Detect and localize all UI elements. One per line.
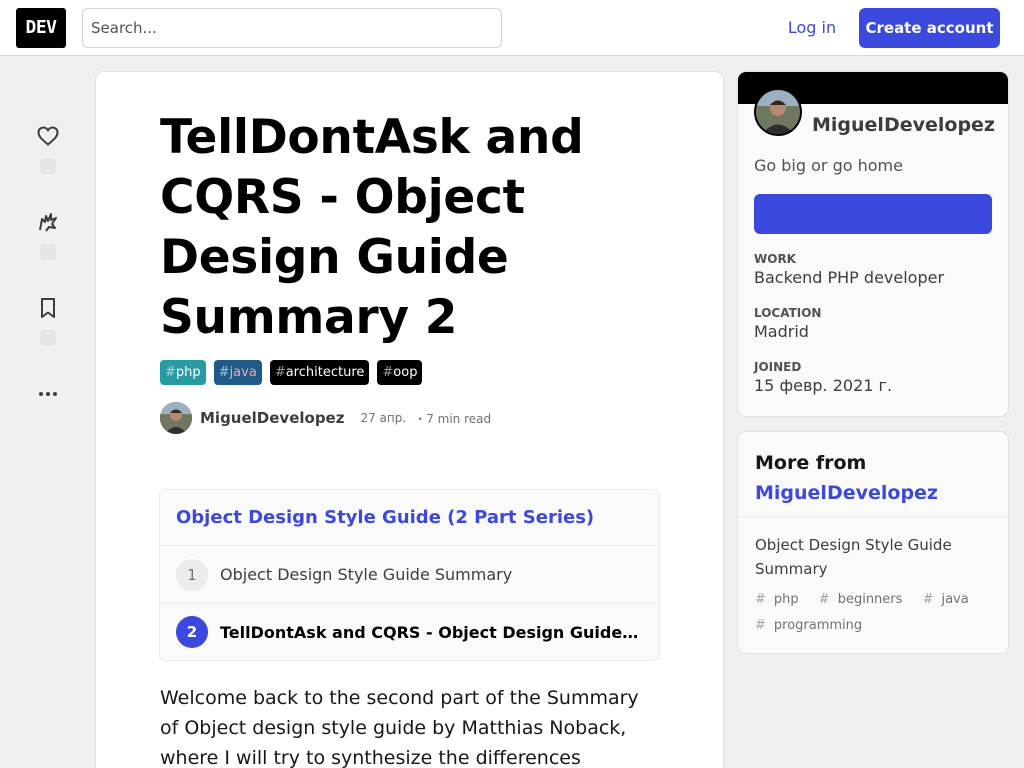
- more-from-author[interactable]: MiguelDevelopez: [755, 478, 991, 508]
- reaction-heart[interactable]: [32, 124, 64, 174]
- profile-tagline: Go big or go home: [754, 156, 903, 175]
- series-number: 2: [176, 616, 208, 648]
- tag-list: #php #java #architecture #oop: [160, 360, 423, 385]
- work-label: Work: [754, 252, 796, 266]
- series-number: 1: [176, 558, 208, 591]
- unicorn-count: [40, 244, 56, 260]
- tag-oop[interactable]: #oop: [377, 360, 423, 385]
- login-button[interactable]: Log in: [775, 8, 849, 48]
- tag-architecture[interactable]: #architecture: [269, 360, 370, 385]
- author-row: MiguelDevelopez 27 апр. ・7 min read: [160, 402, 491, 434]
- joined-label: Joined: [754, 360, 802, 374]
- author-profile-card: MiguelDevelopez Go big or go home Work B…: [738, 72, 1008, 416]
- publish-date: 27 апр.: [360, 411, 407, 425]
- create-account-button[interactable]: Create account: [859, 8, 1000, 48]
- series-box: Object Design Style Guide (2 Part Series…: [159, 489, 660, 661]
- profile-joined: Joined 15 февр. 2021 г.: [754, 360, 994, 395]
- article-card: TellDontAsk and CQRS - Object Design Gui…: [96, 72, 723, 768]
- reaction-unicorn[interactable]: [32, 210, 64, 260]
- series-title[interactable]: Object Design Style Guide (2 Part Series…: [160, 490, 659, 546]
- bookmark-count: [40, 330, 56, 346]
- bookmark-icon: [41, 298, 55, 318]
- more-from-prefix: More from: [755, 452, 867, 474]
- work-value: Backend PHP developer: [754, 268, 945, 287]
- series-item-label: TellDontAsk and CQRS - Object Design Gui…: [220, 622, 643, 642]
- avatar[interactable]: [160, 402, 192, 434]
- article-title: TellDontAsk and CQRS - Object Design Gui…: [160, 110, 584, 345]
- more-item-title[interactable]: Object Design Style Guide Summary: [755, 533, 991, 581]
- search-input[interactable]: [82, 8, 502, 48]
- tag-java[interactable]: #java: [213, 360, 262, 385]
- unicorn-icon: [39, 213, 57, 232]
- more-tag[interactable]: # java: [923, 592, 977, 607]
- dev-logo[interactable]: DEV: [16, 8, 66, 48]
- profile-work: Work Backend PHP developer: [754, 252, 994, 287]
- tag-php[interactable]: #php: [160, 360, 206, 385]
- heart-icon: [37, 126, 59, 146]
- series-item[interactable]: 1 Object Design Style Guide Summary: [160, 546, 659, 603]
- location-label: Location: [754, 306, 822, 320]
- profile-avatar[interactable]: [754, 88, 802, 136]
- ellipsis-icon: [39, 392, 57, 396]
- location-value: Madrid: [754, 322, 809, 341]
- more-from-card: More from MiguelDevelopez Object Design …: [738, 432, 1008, 653]
- author-name[interactable]: MiguelDevelopez: [200, 409, 344, 427]
- profile-location: Location Madrid: [754, 306, 994, 341]
- heart-count: [40, 158, 56, 174]
- top-header: DEV Log in Create account: [0, 0, 1024, 56]
- series-item-current[interactable]: 2 TellDontAsk and CQRS - Object Design G…: [160, 603, 659, 660]
- joined-value: 15 февр. 2021 г.: [754, 376, 893, 395]
- more-tag[interactable]: # beginners: [819, 592, 911, 607]
- read-time: ・7 min read: [414, 411, 492, 426]
- reaction-bookmark[interactable]: [32, 296, 64, 346]
- follow-button[interactable]: [754, 194, 992, 234]
- more-options-button[interactable]: [32, 382, 64, 406]
- series-item-label: Object Design Style Guide Summary: [220, 565, 513, 584]
- more-tag[interactable]: # php: [755, 592, 807, 607]
- article-intro: Welcome back to the second part of the S…: [160, 687, 639, 768]
- more-item-tags: # php # beginners # java # programming: [755, 587, 991, 639]
- profile-name[interactable]: MiguelDevelopez: [812, 114, 995, 136]
- more-from-heading: More from MiguelDevelopez: [738, 432, 1008, 517]
- more-tag[interactable]: # programming: [755, 618, 870, 633]
- more-from-item[interactable]: Object Design Style Guide Summary # php #…: [738, 517, 1008, 655]
